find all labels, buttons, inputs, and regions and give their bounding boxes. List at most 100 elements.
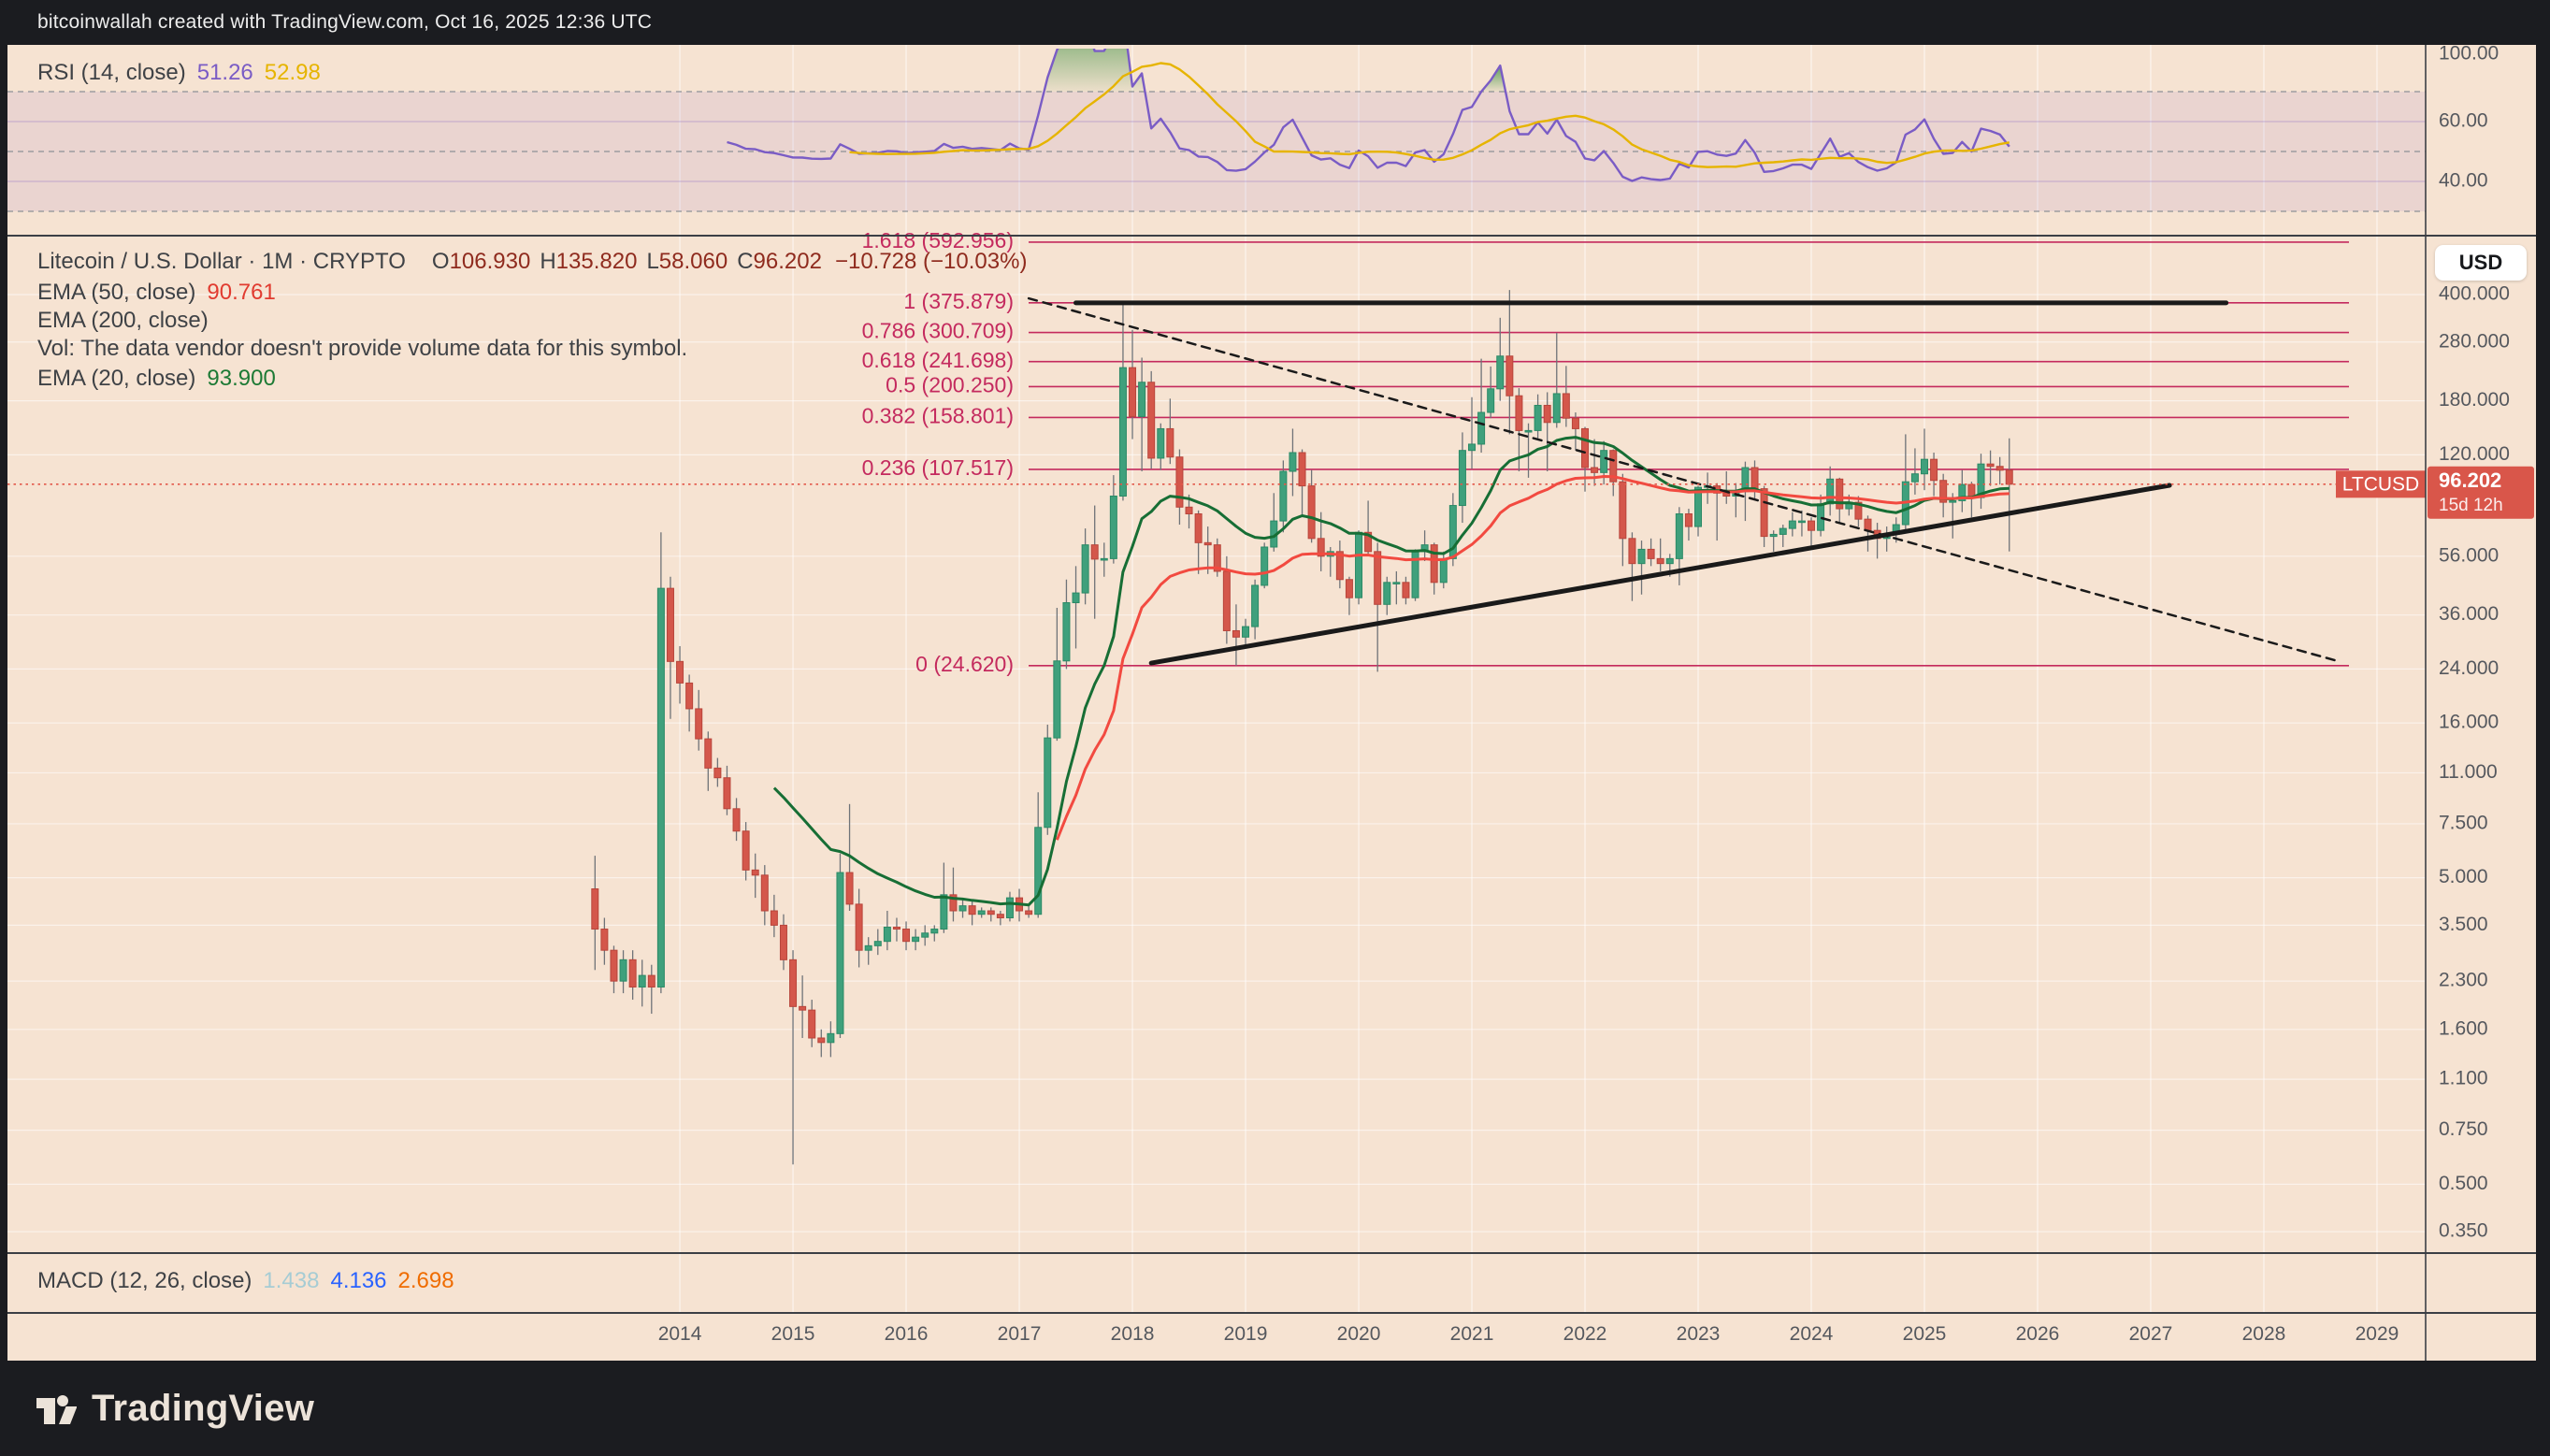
macd-legend[interactable]: MACD (12, 26, close) 1.438 4.136 2.698: [37, 1269, 454, 1293]
candle-body: [1035, 828, 1042, 915]
candle-body: [1770, 534, 1777, 536]
trendline-ascending-support[interactable]: [1151, 485, 2169, 663]
year-label[interactable]: 2024: [1790, 1323, 1834, 1345]
currency-toggle-button[interactable]: USD: [2435, 245, 2527, 281]
price-axis-label: 24.000: [2439, 657, 2499, 679]
price-axis-label: 0.500: [2439, 1173, 2488, 1194]
time-axis: 2014 2015 2016 2017 2018 2019 2020 2021 2022 2023…: [658, 1323, 2399, 1345]
tradingview-wordmark[interactable]: TradingView: [92, 1388, 314, 1430]
candle-body: [1911, 474, 1918, 482]
candle-body: [1996, 467, 2003, 470]
year-label[interactable]: 2021: [1450, 1323, 1494, 1345]
ohlc-key: O: [432, 249, 450, 274]
candle-body: [1356, 532, 1362, 598]
candle-body: [987, 911, 994, 915]
candle-body: [1308, 486, 1315, 539]
candle-body: [922, 933, 929, 937]
candle-body: [828, 1033, 834, 1042]
macd-value: 4.136: [330, 1269, 386, 1293]
candle-body: [771, 911, 777, 925]
candle-body: [1091, 545, 1098, 559]
candle-body: [1054, 661, 1060, 738]
candle-body: [893, 927, 900, 929]
candle-body: [1563, 394, 1569, 418]
candle-body: [1789, 521, 1795, 528]
ema20-legend[interactable]: EMA (20, close) 93.900: [37, 367, 276, 391]
candle-body: [1119, 368, 1126, 496]
rsi-axis-label: 40.00: [2439, 170, 2488, 192]
candle-body: [1488, 389, 1494, 412]
candle-body: [733, 809, 740, 831]
change-value: −10.728 (−10.03%): [835, 250, 1028, 274]
year-label[interactable]: 2026: [2016, 1323, 2060, 1345]
symbol-tag-text: LTCUSD: [2342, 473, 2419, 495]
ema200-legend[interactable]: EMA (200, close): [37, 309, 209, 333]
candle-body: [790, 959, 797, 1006]
candle-body: [1280, 471, 1287, 521]
fib-label: 0.618 (241.698): [862, 348, 1014, 372]
candle-body: [1158, 428, 1164, 458]
year-label[interactable]: 2019: [1224, 1323, 1268, 1345]
candle-body: [629, 959, 636, 987]
year-label[interactable]: 2018: [1111, 1323, 1155, 1345]
year-label[interactable]: 2025: [1903, 1323, 1947, 1345]
candle-body: [1440, 558, 1447, 582]
candle-body: [846, 872, 853, 904]
year-label[interactable]: 2016: [885, 1323, 929, 1345]
year-label[interactable]: 2015: [771, 1323, 815, 1345]
year-label[interactable]: 2014: [658, 1323, 702, 1345]
price-tag-countdown: 15d 12h: [2439, 496, 2503, 515]
candle-body: [639, 975, 645, 987]
candle-body: [903, 930, 910, 942]
candle-body: [856, 904, 862, 950]
macd-hist-value: 1.438: [263, 1269, 319, 1293]
ema20-value: 93.900: [207, 367, 275, 391]
candles: [592, 290, 2012, 1164]
year-label[interactable]: 2017: [998, 1323, 1042, 1345]
price-axis-label: 120.000: [2439, 443, 2510, 465]
rsi-axis-label: 60.00: [2439, 110, 2488, 132]
rsi-legend[interactable]: RSI (14, close) 51.26 52.98: [37, 61, 321, 85]
ema200-label: EMA (200, close): [37, 309, 209, 333]
candle-body: [1582, 428, 1589, 468]
candle-body: [1082, 545, 1088, 593]
candle-body: [1167, 428, 1174, 456]
price-tag-value: 96.202: [2439, 469, 2501, 492]
year-label[interactable]: 2028: [2242, 1323, 2286, 1345]
candle-body: [696, 709, 702, 739]
year-label[interactable]: 2023: [1677, 1323, 1721, 1345]
candle-body: [809, 1010, 815, 1038]
candle-body: [705, 739, 712, 768]
candle-body: [1375, 552, 1381, 604]
rsi-axis-label: 100.00: [2439, 45, 2499, 65]
candle-body: [742, 831, 749, 871]
ohlc-value: 106.930: [450, 249, 531, 274]
candle-body: [1657, 558, 1664, 563]
candle-body: [1592, 468, 1598, 472]
candle-body: [1516, 396, 1522, 430]
candle-body: [1506, 356, 1513, 396]
ema50-legend[interactable]: EMA (50, close) 90.761: [37, 281, 276, 305]
candle-body: [1601, 451, 1607, 473]
price-axis-label: 2.300: [2439, 970, 2488, 991]
rsi-legend-label: RSI (14, close): [37, 61, 186, 85]
symbol-legend[interactable]: Litecoin / U.S. Dollar · 1M · CRYPTO O10…: [37, 250, 1027, 274]
fib-label: 0.382 (158.801): [862, 404, 1014, 428]
tradingview-logo-icon[interactable]: [34, 1387, 77, 1430]
candle-body: [931, 930, 938, 933]
year-label[interactable]: 2022: [1563, 1323, 1607, 1345]
year-label[interactable]: 2029: [2356, 1323, 2399, 1345]
candle-body: [1723, 493, 1730, 496]
year-label[interactable]: 2020: [1337, 1323, 1381, 1345]
chart-plot[interactable]: 1.618 (592.956)1 (375.879)0.786 (300.709…: [7, 45, 2536, 1361]
candle-body: [1139, 382, 1145, 417]
year-label[interactable]: 2027: [2129, 1323, 2173, 1345]
candle-body: [874, 942, 881, 946]
candle-body: [1459, 451, 1465, 506]
rsi-ma-value: 52.98: [265, 61, 321, 85]
candle-body: [761, 875, 768, 911]
price-axis: 400.000280.000180.000120.00056.00036.000…: [2439, 45, 2510, 1242]
chart-area[interactable]: 1.618 (592.956)1 (375.879)0.786 (300.709…: [7, 45, 2536, 1361]
footer-bar: TradingView: [0, 1361, 2550, 1456]
candle-body: [1195, 513, 1202, 542]
